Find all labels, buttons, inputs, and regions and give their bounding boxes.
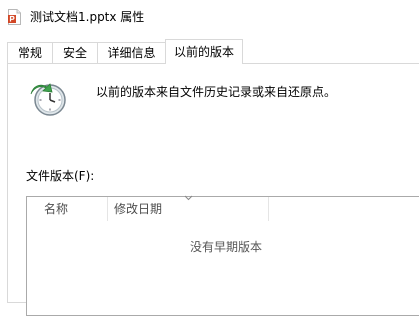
previous-versions-panel: 以前的版本来自文件历史记录或来自还原点。 文件版本(F): 名称 修改日期 没有… [7,63,419,316]
column-divider[interactable] [268,197,269,221]
tab-security[interactable]: 安全 [52,42,98,63]
file-versions-label: 文件版本(F): [26,169,95,183]
tab-general[interactable]: 常规 [7,42,53,63]
chevron-down-icon [184,195,193,201]
powerpoint-file-icon [8,9,21,25]
tab-details[interactable]: 详细信息 [97,42,166,63]
file-versions-list[interactable]: 名称 修改日期 没有早期版本 [26,195,419,316]
title-bar: 测试文档1.pptx 属性 [0,0,419,34]
window-title: 测试文档1.pptx 属性 [30,10,145,24]
tab-previous-versions[interactable]: 以前的版本 [165,39,243,64]
column-header-name[interactable]: 名称 [27,197,107,221]
versions-description: 以前的版本来自文件历史记录或来自还原点。 [96,85,337,99]
restore-clock-icon [30,83,66,116]
empty-list-message: 没有早期版本 [189,240,262,254]
tab-strip: 常规 安全 详细信息 以前的版本 [7,39,419,64]
